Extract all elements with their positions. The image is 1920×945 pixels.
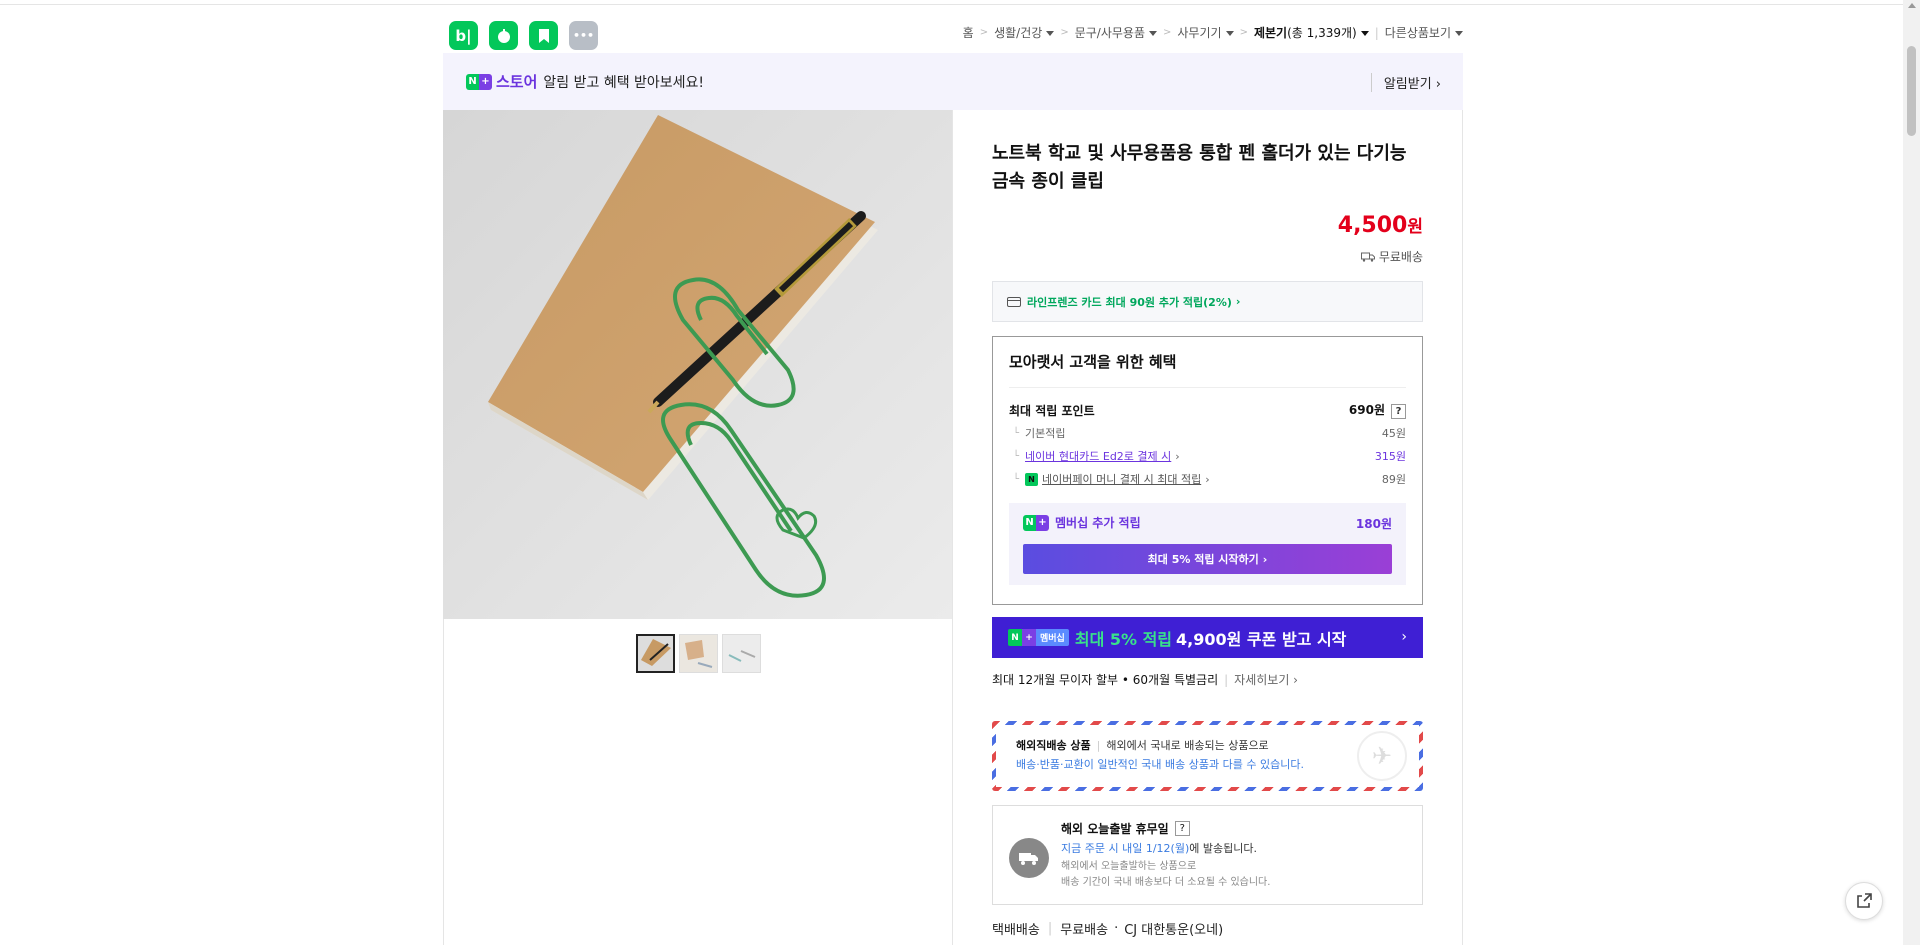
delivery-info: 택배배송 | 무료배송 · CJ 대한통운(오네) [992, 921, 1224, 938]
more-icon[interactable]: ••• [569, 21, 598, 50]
chevron-down-icon [1360, 31, 1369, 36]
thumbnail-3[interactable] [722, 634, 761, 673]
benefit-panel: 모아랫서 고객을 위한 혜택 최대 적립 포인트 690원? └ 기본적립 45원… [992, 336, 1423, 605]
breadcrumb-home[interactable]: 홈 [963, 24, 974, 41]
chevron-right-icon: › [1401, 629, 1407, 645]
thumbnail-1[interactable] [636, 634, 675, 673]
chevron-down-icon [1149, 31, 1157, 36]
help-icon[interactable]: ? [1174, 821, 1190, 836]
scroll-up-icon[interactable] [1908, 3, 1916, 8]
basic-points-row: └ 기본적립 45원 [1013, 427, 1406, 440]
thumbnail-list [636, 634, 761, 673]
membership-start-button[interactable]: 최대 5% 적립 시작하기 › [1023, 544, 1392, 574]
credit-card-icon [1007, 296, 1021, 307]
hyundai-card-row: └ 네이버 현대카드 Ed2로 결제 시 › 315원 [1013, 448, 1406, 464]
overseas-shipping-notice: 해외직배송 상품 | 해외에서 국내로 배송되는 상품으로 배송·반품·교환이 일반… [992, 721, 1423, 791]
cafe-icon[interactable] [489, 21, 518, 50]
indent-icon: └ [1013, 450, 1020, 462]
scrollbar-thumb[interactable] [1907, 46, 1916, 136]
indent-icon: └ [1013, 473, 1020, 485]
membership-coupon-banner[interactable]: N + 멤버십 최대 5% 적립 4,900원 쿠폰 받고 시작 › [992, 617, 1423, 658]
truck-icon [1360, 252, 1375, 262]
share-button[interactable] [1845, 882, 1883, 920]
divider [952, 110, 953, 945]
hyundai-card-link[interactable]: 네이버 현대카드 Ed2로 결제 시 [1025, 448, 1171, 464]
membership-box: N + 멤버십 추가 적립 180원 최대 5% 적립 시작하기 › [1009, 503, 1406, 585]
vertical-scrollbar[interactable] [1903, 0, 1920, 945]
naver-plus-badge: N + [1023, 514, 1049, 531]
truck-icon [1009, 838, 1049, 878]
top-header: b| ••• 홈 > 생활/건강 > 문구/사무용품 > 사무기기 > 제본기(… [443, 12, 1463, 50]
help-icon[interactable]: ? [1391, 404, 1406, 419]
breadcrumb-level3[interactable]: 사무기기 [1177, 24, 1234, 41]
other-products-dropdown[interactable]: 다른상품보기 [1385, 24, 1463, 41]
chevron-right-icon: › [1235, 295, 1241, 308]
benefit-heading: 모아랫서 고객을 위한 혜택 [1009, 353, 1177, 371]
store-name[interactable]: 스토어 [496, 71, 537, 92]
breadcrumb-level2[interactable]: 문구/사무용품 [1075, 24, 1157, 41]
browser-top-edge [0, 0, 1920, 5]
product-page: b| ••• 홈 > 생활/건강 > 문구/사무용품 > 사무기기 > 제본기(… [443, 6, 1463, 945]
installment-detail-link[interactable]: 자세히보기 › [1234, 671, 1298, 688]
breadcrumb-current[interactable]: 제본기(총 1,339개) [1254, 24, 1369, 41]
membership-badge: N + 멤버십 [1008, 629, 1069, 646]
product-main-image[interactable] [443, 110, 952, 619]
membership-value: 180원 [1355, 517, 1392, 531]
alarm-button[interactable]: 알림받기 › [1370, 73, 1441, 92]
indent-icon: └ [1013, 427, 1020, 439]
naver-pay-icon: N [1025, 472, 1039, 486]
store-notification-bar: N + 스토어 알림 받고 혜택 받아보세요! 알림받기 › [443, 53, 1463, 110]
chevron-down-icon [1046, 31, 1055, 36]
chevron-right-icon: › [1435, 77, 1441, 92]
naver-plus-badge: N + [466, 73, 492, 90]
thumbnail-2[interactable] [679, 634, 718, 673]
breadcrumb-level1[interactable]: 생활/건강 [994, 24, 1055, 41]
npay-money-link[interactable]: 네이버페이 머니 결제 시 최대 적립 [1042, 471, 1201, 487]
bookmark-icon[interactable] [529, 21, 558, 50]
airplane-stamp-icon: ✈ [1357, 731, 1407, 781]
npay-money-row: └ N 네이버페이 머니 결제 시 최대 적립 › 89원 [1013, 471, 1406, 487]
store-message: 알림 받고 혜택 받아보세요! [543, 74, 705, 91]
breadcrumb: 홈 > 생활/건강 > 문구/사무용품 > 사무기기 > 제본기(총 1,339… [963, 24, 1463, 41]
card-benefit-link[interactable]: 라인프렌즈 카드 최대 90원 추가 적립(2%) › [992, 281, 1423, 322]
product-title: 노트북 학교 및 사무용품용 통합 펜 홀더가 있는 다기능 금속 종이 클립 [992, 143, 1407, 192]
chevron-down-icon [1225, 31, 1234, 36]
share-icon [1857, 893, 1872, 908]
blog-icon[interactable]: b| [449, 21, 478, 50]
divider [1009, 387, 1406, 388]
max-points-row: 최대 적립 포인트 690원? [1009, 401, 1406, 419]
product-price: 4,500원 [1337, 213, 1423, 238]
membership-label: N + 멤버십 추가 적립 [1023, 514, 1141, 531]
chevron-down-icon [1455, 31, 1463, 36]
today-dispatch-box: 해외 오늘출발 휴무일? 지금 주문 시 내일 1/12(월)에 발송됩니다. … [992, 805, 1423, 905]
shipping-info: 무료배송 [1360, 248, 1423, 265]
divider [1462, 110, 1463, 945]
installment-info: 최대 12개월 무이자 할부 • 60개월 특별금리 | 자세히보기 › [992, 671, 1298, 688]
